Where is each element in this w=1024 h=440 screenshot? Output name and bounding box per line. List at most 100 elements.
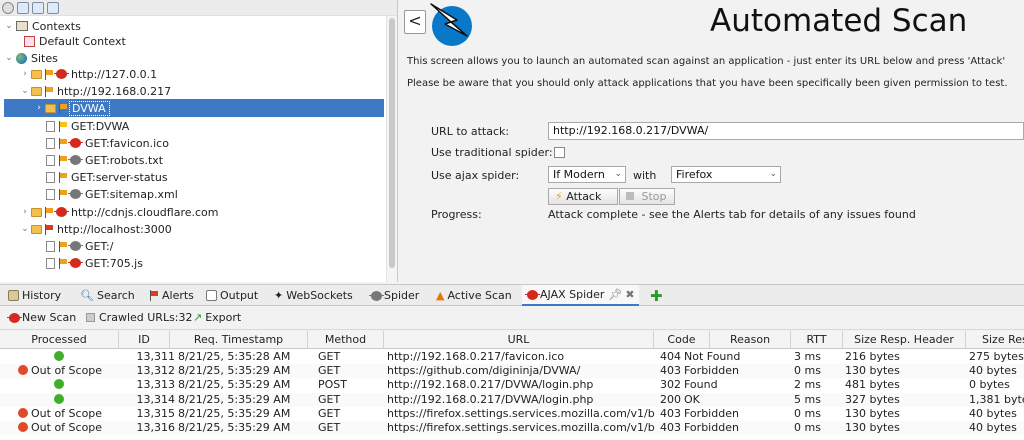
url-label: URL to attack:: [431, 125, 510, 138]
tab-alerts[interactable]: Alerts: [148, 285, 194, 306]
tree-node-label: http://localhost:3000: [57, 222, 172, 236]
import-context-icon[interactable]: [32, 1, 44, 14]
tab-output[interactable]: Output: [206, 285, 258, 306]
reason-cell: Found: [684, 378, 718, 392]
tab-websockets[interactable]: ✦ WebSockets: [274, 285, 353, 306]
status-ok-icon: [54, 393, 64, 404]
tree-node-leaf[interactable]: GET:server-status: [44, 168, 171, 186]
tree-node-leaf[interactable]: GET:sitemap.xml: [44, 185, 181, 203]
body-cell: 0 bytes: [969, 378, 1010, 392]
column-header[interactable]: Method: [308, 331, 384, 349]
flag-icon: [58, 257, 68, 269]
column-header[interactable]: Processed: [0, 331, 119, 349]
processed-cell: Out of Scope: [18, 407, 118, 421]
folder-icon: [31, 224, 42, 234]
tree-node-leaf[interactable]: GET:DVWA: [44, 117, 132, 135]
zap-logo-icon: [430, 3, 472, 46]
column-header[interactable]: Size Resp. Body: [966, 331, 1024, 349]
flag-icon: [58, 102, 68, 114]
column-header[interactable]: ID: [119, 331, 170, 349]
tree-node-site[interactable]: › http://cdnjs.cloudflare.com: [20, 203, 221, 221]
close-icon[interactable]: ✖: [625, 288, 634, 301]
table-row[interactable]: 13,313 8/21/25, 5:35:29 AM POST http://192.…: [0, 378, 1024, 392]
ajax-mode-select[interactable]: If Modern ⌄: [548, 166, 626, 183]
method-cell: POST: [318, 378, 347, 392]
tree-node-label: GET:robots.txt: [85, 153, 164, 167]
pin-icon[interactable]: 📌︎: [608, 288, 622, 301]
table-row[interactable]: Out of Scope 13,315 8/21/25, 5:35:29 AM GET…: [0, 407, 1024, 421]
back-button[interactable]: <: [404, 10, 426, 34]
flag-icon: [58, 240, 68, 252]
browser-value: Firefox: [676, 168, 713, 181]
history-icon: [8, 290, 19, 301]
tree-scrollbar[interactable]: [386, 16, 397, 282]
stop-button[interactable]: Stop: [619, 188, 675, 205]
folder-icon: [45, 103, 56, 113]
tree-node-site[interactable]: ⌄ http://localhost:3000: [20, 220, 175, 238]
export-context-icon[interactable]: [47, 1, 59, 14]
tree-node-leaf[interactable]: GET:705.js: [44, 254, 146, 272]
chevron-right-icon[interactable]: ›: [20, 69, 30, 79]
browser-select[interactable]: Firefox ⌄: [671, 166, 781, 183]
page-icon: [46, 120, 55, 132]
tree-node-dvwa[interactable]: › DVWA: [4, 99, 384, 117]
new-context-icon[interactable]: [17, 1, 29, 14]
tab-spider[interactable]: Spider: [369, 285, 419, 306]
tab-label: AJAX Spider: [540, 288, 605, 301]
scan-warning-text: Please be aware that you should only att…: [407, 78, 1008, 89]
chevron-right-icon[interactable]: ›: [34, 103, 44, 113]
url-to-attack-input[interactable]: http://192.168.0.217/DVWA/: [548, 122, 1024, 140]
chevron-down-icon[interactable]: ⌄: [4, 53, 14, 63]
progress-status-text: Attack complete - see the Alerts tab for…: [548, 208, 916, 221]
scrollbar-thumb[interactable]: [389, 18, 395, 268]
add-tab-icon[interactable]: ✚: [650, 287, 663, 305]
column-header[interactable]: RTT: [791, 331, 843, 349]
method-cell: GET: [318, 406, 341, 420]
tree-node-leaf[interactable]: GET:robots.txt: [44, 151, 166, 169]
stop-button-label: Stop: [641, 190, 667, 203]
column-header[interactable]: URL: [384, 331, 654, 349]
table-row[interactable]: Out of Scope 13,316 8/21/25, 5:35:29 AM GET…: [0, 421, 1024, 435]
column-header[interactable]: Code: [654, 331, 710, 349]
chevron-right-icon[interactable]: ›: [20, 207, 30, 217]
tree-node-site[interactable]: › http://127.0.0.1: [20, 65, 160, 83]
ts-cell: 8/21/25, 5:35:29 AM: [178, 406, 291, 420]
tree-node-site[interactable]: ⌄ http://192.168.0.217: [20, 82, 174, 100]
status-ok-icon: [54, 351, 64, 361]
chevron-down-icon[interactable]: ⌄: [20, 224, 30, 234]
code-cell: 403: [660, 406, 681, 420]
attack-button[interactable]: ⚡ Attack: [548, 188, 618, 205]
tree-node-label: GET:sitemap.xml: [85, 187, 178, 201]
url-cell: https://firefox.settings.services.mozill…: [387, 421, 655, 434]
flag-icon: [58, 154, 68, 166]
chevron-down-icon[interactable]: ⌄: [20, 86, 30, 96]
tree-node-leaf[interactable]: GET:favicon.ico: [44, 134, 172, 152]
ts-cell: 8/21/25, 5:35:29 AM: [178, 392, 291, 406]
flag-icon: [44, 206, 54, 218]
column-header[interactable]: Req. Timestamp: [170, 331, 308, 349]
table-row[interactable]: 13,314 8/21/25, 5:35:29 AM GET http://192.1…: [0, 392, 1024, 407]
tree-node-label: GET:705.js: [85, 256, 143, 270]
new-scan-button[interactable]: New Scan: [7, 311, 77, 324]
tab-active-scan[interactable]: ▲ Active Scan: [436, 285, 512, 306]
hdr-cell: 130 bytes: [845, 364, 900, 378]
chevron-down-icon[interactable]: ⌄: [4, 21, 14, 31]
status-out-of-scope-icon: [18, 365, 28, 376]
column-header[interactable]: Reason: [710, 331, 791, 349]
new-scan-label: New Scan: [22, 311, 77, 324]
lightning-icon: ⚡: [555, 190, 563, 203]
column-header[interactable]: Size Resp. Header: [843, 331, 966, 349]
table-row[interactable]: Out of Scope 13,312 8/21/25, 5:35:29 AM GET…: [0, 364, 1024, 379]
ts-cell: 8/21/25, 5:35:28 AM: [178, 350, 291, 363]
tab-history[interactable]: History: [8, 285, 61, 306]
tab-search[interactable]: 🔍︎ Search: [80, 285, 135, 306]
export-button[interactable]: ↗ Export: [193, 311, 241, 324]
tab-ajax-spider[interactable]: AJAX Spider 📌︎ ✖: [522, 285, 639, 306]
traditional-spider-checkbox[interactable]: [554, 147, 565, 158]
tree-node-default-context[interactable]: Default Context: [22, 32, 129, 50]
table-row[interactable]: 13,311 8/21/25, 5:35:28 AM GET http://192.1…: [0, 350, 1024, 364]
target-icon[interactable]: [2, 1, 14, 14]
tab-label: Active Scan: [447, 289, 512, 302]
scan-intro-text: This screen allows you to launch an auto…: [407, 56, 1006, 67]
tree-node-leaf[interactable]: GET:/: [44, 237, 116, 255]
